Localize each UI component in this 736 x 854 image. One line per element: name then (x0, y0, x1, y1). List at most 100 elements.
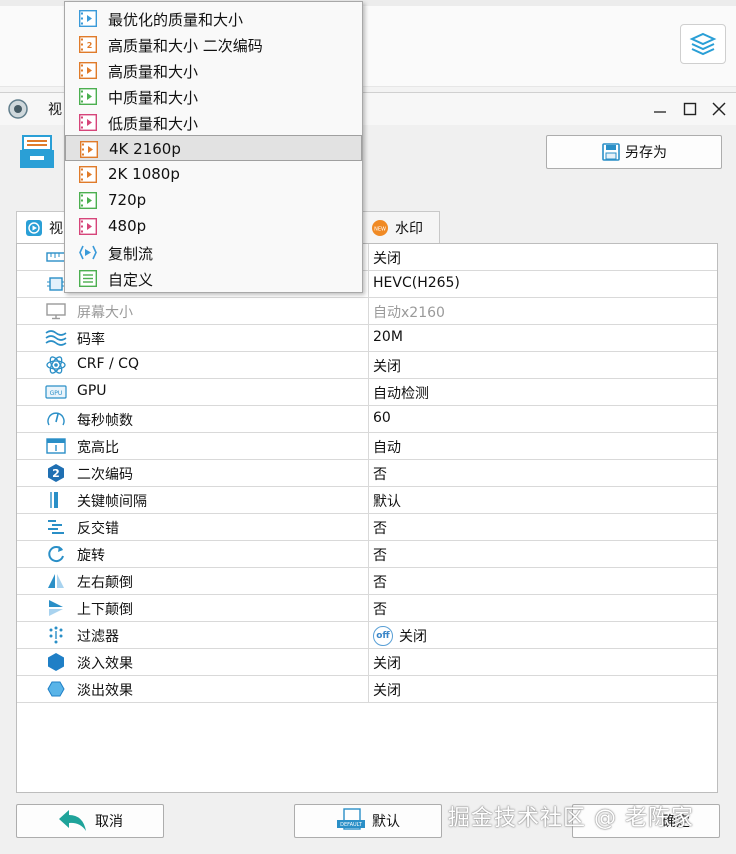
table-row[interactable]: 淡入效果 关闭 (17, 649, 717, 676)
menu-item-label: 720p (108, 191, 147, 209)
table-row[interactable]: 2 二次编码 否 (17, 460, 717, 487)
custom-settings-icon (79, 270, 97, 287)
setting-name: 过滤器 (77, 629, 119, 645)
table-row[interactable]: 屏幕大小 自动x2160 (17, 298, 717, 325)
watermark-text: 掘金技术社区 @ 老陈家 (448, 806, 694, 831)
off-badge-icon: off (373, 626, 393, 646)
setting-value: HEVC(H265) (373, 275, 460, 291)
setting-value-with-badge: off 关闭 (373, 626, 427, 646)
setting-name: CRF / CQ (77, 356, 139, 372)
svg-text:NEW: NEW (374, 226, 386, 232)
table-row[interactable]: 左右颠倒 否 (17, 568, 717, 595)
settings-table: 关闭 HEVC(H265) 屏幕大小 自动x2160 码率 20M CRF / … (16, 243, 718, 793)
menu-item-custom[interactable]: 自定义 (65, 265, 362, 291)
profile-drawer-icon (20, 135, 54, 168)
tab-watermark[interactable]: NEW 水印 (362, 211, 440, 243)
menu-item-4k[interactable]: 4K 2160p (65, 135, 362, 161)
close-icon (712, 102, 726, 116)
table-row[interactable]: 码率 20M (17, 325, 717, 352)
setting-value: 否 (373, 521, 387, 537)
setting-value: 默认 (373, 494, 401, 510)
menu-item-copy-stream[interactable]: 复制流 (65, 239, 362, 265)
setting-value: 否 (373, 467, 387, 483)
film-icon (79, 166, 97, 183)
setting-name: 左右颠倒 (77, 575, 133, 591)
film-icon (79, 10, 97, 27)
fade-in-icon (45, 652, 67, 672)
menu-item-2k[interactable]: 2K 1080p (65, 161, 362, 187)
setting-name: 关键帧间隔 (77, 494, 147, 510)
cancel-label: 取消 (95, 814, 123, 830)
film-icon (79, 218, 97, 235)
menu-item-label: 中质量和大小 (108, 89, 199, 107)
setting-name: 上下颠倒 (77, 602, 133, 618)
preset-dropdown-menu: 最优化的质量和大小 2 高质量和大小 二次编码 高质量和大小 中质量和大小 低质… (64, 1, 363, 293)
default-icon: DEFAULT (337, 808, 365, 830)
setting-name: 旋转 (77, 548, 105, 564)
film-icon (80, 141, 98, 158)
setting-value: 关闭 (373, 359, 401, 375)
table-row[interactable]: 关键帧间隔 默认 (17, 487, 717, 514)
app-icon (8, 99, 28, 119)
play-icon (26, 219, 42, 236)
setting-value: 关闭 (373, 683, 401, 699)
table-row[interactable]: 反交错 否 (17, 514, 717, 541)
setting-value: 关闭 (373, 251, 401, 267)
deinterlace-icon (45, 517, 67, 537)
setting-value: 否 (373, 575, 387, 591)
menu-item-low[interactable]: 低质量和大小 (65, 109, 362, 135)
gpu-icon: GPU (45, 382, 67, 402)
layers-button[interactable] (680, 24, 726, 64)
menu-item-480p[interactable]: 480p (65, 213, 362, 239)
waves-icon (45, 328, 67, 348)
table-row[interactable]: 过滤器 off 关闭 (17, 622, 717, 649)
default-icon-text: DEFAULT (340, 822, 363, 828)
rotate-icon (45, 544, 67, 564)
table-row[interactable]: GPU GPU 自动检测 (17, 379, 717, 406)
setting-name: 二次编码 (77, 467, 133, 483)
menu-item-label: 高质量和大小 二次编码 (108, 37, 263, 55)
menu-item-optimized[interactable]: 最优化的质量和大小 (65, 5, 362, 31)
menu-item-label: 复制流 (108, 245, 154, 263)
menu-item-720p[interactable]: 720p (65, 187, 362, 213)
minimize-icon (654, 111, 666, 113)
gauge-icon (45, 409, 67, 429)
setting-name: 每秒帧数 (77, 413, 133, 429)
menu-item-label: 自定义 (108, 271, 154, 289)
default-button[interactable]: DEFAULT 默认 (294, 804, 442, 838)
filter-icon (45, 625, 67, 645)
setting-value: 自动x2160 (373, 305, 445, 321)
table-row[interactable]: CRF / CQ 关闭 (17, 352, 717, 379)
new-badge-icon: NEW (372, 219, 388, 236)
aspect-icon (45, 436, 67, 456)
menu-item-medium[interactable]: 中质量和大小 (65, 83, 362, 109)
svg-text:2: 2 (52, 467, 60, 480)
menu-item-high[interactable]: 高质量和大小 (65, 57, 362, 83)
table-row[interactable]: 上下颠倒 否 (17, 595, 717, 622)
close-button[interactable] (705, 95, 733, 123)
table-row[interactable]: 每秒帧数 60 (17, 406, 717, 433)
cancel-button[interactable]: 取消 (16, 804, 164, 838)
menu-item-label: 低质量和大小 (108, 115, 199, 133)
table-row[interactable]: 宽高比 自动 (17, 433, 717, 460)
setting-value: 自动 (373, 440, 401, 456)
minimize-button[interactable] (646, 95, 674, 123)
menu-item-label: 2K 1080p (108, 165, 180, 183)
setting-name: 反交错 (77, 521, 119, 537)
menu-item-label: 4K 2160p (109, 140, 181, 158)
flip-horizontal-icon (45, 571, 67, 591)
table-row[interactable]: 淡出效果 关闭 (17, 676, 717, 703)
svg-text:GPU: GPU (50, 390, 63, 397)
setting-name: 码率 (77, 332, 105, 348)
table-row[interactable]: 旋转 否 (17, 541, 717, 568)
setting-name: 淡出效果 (77, 683, 133, 699)
setting-value: 关闭 (399, 629, 427, 645)
maximize-button[interactable] (676, 95, 704, 123)
flip-vertical-icon (45, 598, 67, 618)
layers-icon (689, 32, 717, 56)
menu-item-high-two-pass[interactable]: 2 高质量和大小 二次编码 (65, 31, 362, 57)
floppy-disk-icon (602, 143, 620, 161)
save-as-label: 另存为 (625, 145, 667, 161)
save-as-button[interactable]: 另存为 (546, 135, 722, 169)
menu-item-label: 最优化的质量和大小 (108, 11, 244, 29)
